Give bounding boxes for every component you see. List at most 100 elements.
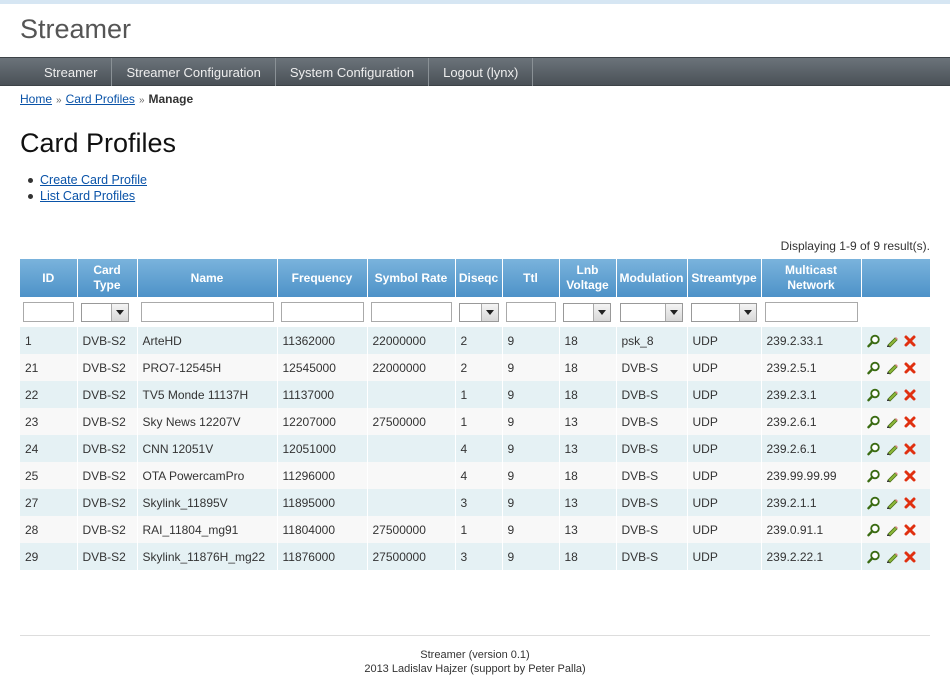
footer: Streamer (version 0.1) 2013 Ladislav Haj…	[20, 635, 930, 676]
pencil-icon	[885, 525, 899, 540]
filter-card-type-select[interactable]	[80, 302, 129, 322]
delete-x-icon	[903, 470, 917, 486]
column-header-modulation[interactable]: Modulation	[616, 259, 688, 297]
list-item: List Card Profiles	[26, 188, 147, 204]
delete-button[interactable]	[903, 361, 917, 375]
filter-modulation-select[interactable]	[619, 302, 683, 322]
cell-ttl: 9	[502, 327, 560, 354]
create-card-profile-link[interactable]: Create Card Profile	[40, 173, 147, 187]
breadcrumb-home-link[interactable]: Home	[20, 92, 52, 106]
cell-id: 27	[20, 489, 78, 516]
pencil-icon	[885, 417, 899, 432]
cell-symbol-rate: 27500000	[367, 408, 456, 435]
delete-button[interactable]	[903, 523, 917, 537]
magnifier-icon	[866, 334, 881, 351]
cell-modulation: DVB-S	[616, 381, 688, 408]
filter-id-input[interactable]	[23, 302, 74, 322]
delete-button[interactable]	[903, 415, 917, 429]
view-button[interactable]	[866, 496, 881, 510]
delete-button[interactable]	[903, 334, 917, 348]
cell-lnb-voltage: 18	[559, 327, 617, 354]
edit-button[interactable]	[885, 496, 899, 510]
edit-button[interactable]	[885, 388, 899, 402]
menu-item-streamer-configuration[interactable]: Streamer Configuration	[112, 58, 276, 86]
cell-symbol-rate	[367, 381, 456, 408]
delete-button[interactable]	[903, 469, 917, 483]
cell-diseqc: 2	[455, 327, 503, 354]
row-actions	[866, 415, 925, 429]
list-item: Create Card Profile	[26, 172, 147, 188]
filter-ttl-input[interactable]	[505, 302, 556, 322]
filter-lnb-voltage-select[interactable]	[562, 302, 611, 322]
column-header-ttl[interactable]: Ttl	[502, 259, 560, 297]
breadcrumb: Home» Card Profiles» Manage	[20, 92, 193, 106]
delete-button[interactable]	[903, 388, 917, 402]
view-button[interactable]	[866, 469, 881, 483]
view-button[interactable]	[866, 334, 881, 351]
table-row: 23 DVB-S2 Sky News 12207V 12207000 27500000 1…	[20, 408, 931, 435]
delete-button[interactable]	[903, 442, 917, 456]
delete-button[interactable]	[903, 496, 917, 510]
cell-actions	[861, 381, 931, 408]
cell-id: 25	[20, 462, 78, 489]
filter-frequency-input[interactable]	[280, 302, 364, 322]
table-row: 21 DVB-S2 PRO7-12545H 12545000 22000000 2 9 18 D…	[20, 354, 931, 381]
breadcrumb-separator: »	[56, 95, 62, 106]
page-title: Card Profiles	[20, 128, 177, 158]
cell-symbol-rate: 27500000	[367, 516, 456, 543]
cell-card-type: DVB-S2	[77, 516, 138, 543]
column-header-symbol-rate[interactable]: Symbol Rate	[367, 259, 456, 297]
column-header-frequency[interactable]: Frequency	[277, 259, 368, 297]
filter-symbol-rate-input[interactable]	[370, 302, 452, 322]
cell-ttl: 9	[502, 489, 560, 516]
edit-button[interactable]	[885, 415, 899, 429]
column-header-multicast-network[interactable]: Multicast Network	[761, 259, 862, 297]
main-menu: Streamer Streamer Configuration System C…	[0, 57, 950, 86]
view-button[interactable]	[866, 523, 881, 537]
edit-button[interactable]	[885, 550, 899, 564]
column-header-lnb-voltage[interactable]: Lnb Voltage	[559, 259, 617, 297]
edit-button[interactable]	[885, 442, 899, 456]
column-header-diseqc[interactable]: Diseqc	[455, 259, 503, 297]
cell-streamtype: UDP	[687, 435, 762, 462]
column-header-id[interactable]: ID	[20, 259, 78, 297]
breadcrumb-card-profiles-link[interactable]: Card Profiles	[66, 92, 135, 106]
cell-ttl: 9	[502, 516, 560, 543]
cell-name: ArteHD	[137, 327, 278, 354]
cell-ttl: 9	[502, 381, 560, 408]
view-button[interactable]	[866, 550, 881, 564]
view-button[interactable]	[866, 361, 881, 375]
cell-frequency: 11362000	[277, 327, 368, 354]
filter-multicast-network-input[interactable]	[764, 302, 858, 322]
menu-item-logout[interactable]: Logout (lynx)	[429, 58, 534, 86]
edit-button[interactable]	[885, 523, 899, 537]
cell-modulation: DVB-S	[616, 462, 688, 489]
list-card-profiles-link[interactable]: List Card Profiles	[40, 189, 135, 203]
filter-streamtype-select[interactable]	[690, 302, 757, 322]
cell-id: 24	[20, 435, 78, 462]
cell-multicast-network: 239.2.6.1	[761, 435, 862, 462]
column-header-name[interactable]: Name	[137, 259, 278, 297]
column-header-card-type[interactable]: Card Type	[77, 259, 138, 297]
cell-streamtype: UDP	[687, 354, 762, 381]
cell-modulation: DVB-S	[616, 408, 688, 435]
cell-card-type: DVB-S2	[77, 543, 138, 570]
chevron-down-icon	[738, 303, 756, 321]
menu-item-system-configuration[interactable]: System Configuration	[276, 58, 430, 86]
table-row: 25 DVB-S2 OTA PowercamPro 11296000 4 9 18 DVB-S…	[20, 462, 931, 489]
filter-name-input[interactable]	[140, 302, 274, 322]
column-header-streamtype[interactable]: Streamtype	[687, 259, 762, 297]
delete-button[interactable]	[903, 550, 917, 564]
view-button[interactable]	[866, 388, 881, 402]
cell-streamtype: UDP	[687, 543, 762, 570]
menu-item-streamer[interactable]: Streamer	[30, 58, 113, 86]
cell-name: Skylink_11895V	[137, 489, 278, 516]
view-button[interactable]	[866, 415, 881, 429]
row-actions	[866, 550, 925, 564]
table-row: 1 DVB-S2 ArteHD 11362000 22000000 2 9 18 psk_8 UD…	[20, 327, 931, 354]
edit-button[interactable]	[885, 361, 899, 375]
view-button[interactable]	[866, 442, 881, 456]
edit-button[interactable]	[885, 334, 899, 348]
edit-button[interactable]	[885, 469, 899, 483]
filter-diseqc-select[interactable]	[458, 302, 499, 322]
